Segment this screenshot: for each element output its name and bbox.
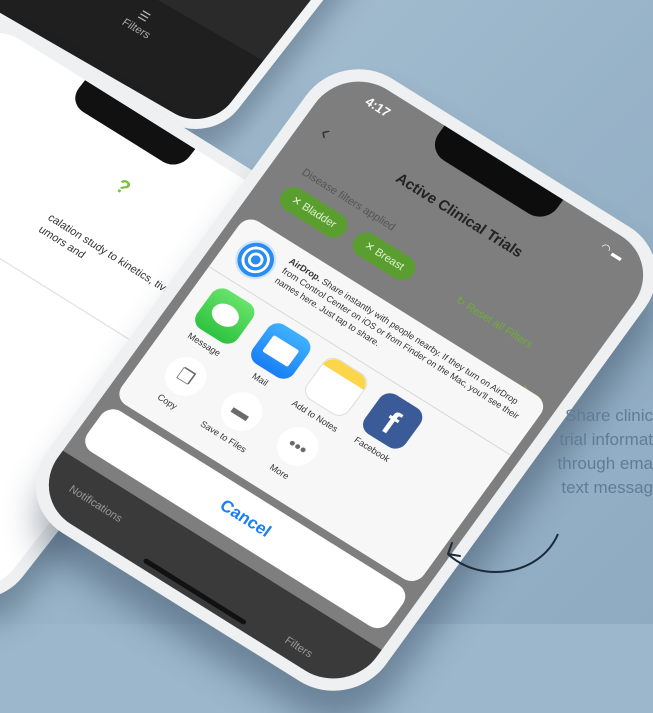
- wifi-battery-icon: ◠ ▬: [598, 241, 626, 264]
- caption-line: Share clinic: [565, 406, 653, 425]
- caption: Share clinic trial informat through ema …: [514, 404, 653, 500]
- reset-label: Reset all Filters: [463, 300, 535, 351]
- reset-filters-button[interactable]: ↻ Reset all Filters: [453, 294, 535, 351]
- tab-filters-label[interactable]: Filters: [119, 17, 152, 42]
- chip-label: Bladder: [299, 200, 339, 231]
- caption-line: text messag: [561, 478, 653, 497]
- curved-arrow-icon: [447, 533, 559, 573]
- back-chevron-icon[interactable]: ‹: [315, 120, 336, 145]
- caption-line: through ema: [557, 454, 653, 473]
- tab-filters[interactable]: Filters: [282, 635, 314, 661]
- filter-chip-breast[interactable]: ✕ Breast: [347, 227, 421, 285]
- tab-notifications[interactable]: Notifications: [67, 483, 125, 524]
- green-mark: ?: [110, 175, 135, 200]
- caption-line: trial informat: [559, 430, 653, 449]
- status-time: 4:17: [362, 93, 394, 120]
- chip-label: Breast: [372, 246, 407, 273]
